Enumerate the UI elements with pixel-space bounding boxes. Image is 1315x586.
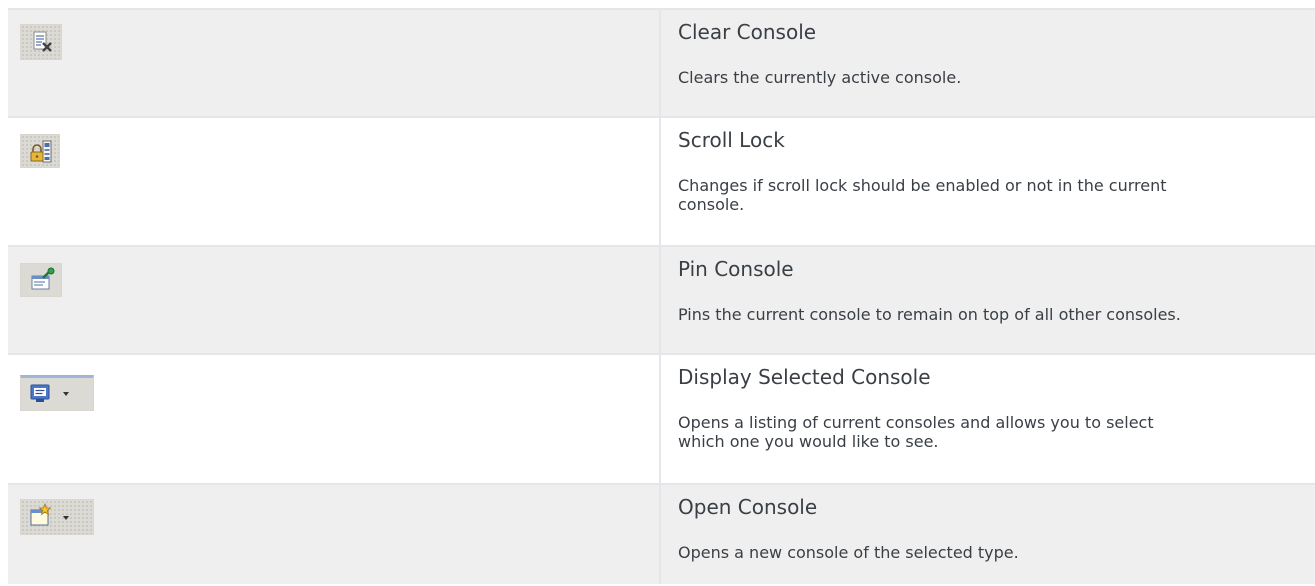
icon-cell xyxy=(8,118,661,245)
row-description: Opens a new console of the selected type… xyxy=(678,543,1019,562)
open-console-icon xyxy=(20,499,94,535)
table-row: Clear Console Clears the currently activ… xyxy=(8,8,1315,116)
table-row: Display Selected Console Opens a listing… xyxy=(8,353,1315,483)
scroll-lock-icon xyxy=(20,134,60,168)
display-selected-console-icon xyxy=(20,375,94,411)
row-description: Pins the current console to remain on to… xyxy=(678,305,1181,324)
description-cell: Open Console Opens a new console of the … xyxy=(661,485,1315,584)
table-row: Scroll Lock Changes if scroll lock shoul… xyxy=(8,116,1315,245)
row-description: Clears the currently active console. xyxy=(678,68,962,87)
description-cell: Clear Console Clears the currently activ… xyxy=(661,10,1315,116)
pin-console-icon xyxy=(20,263,62,297)
row-title: Open Console xyxy=(678,495,818,519)
row-description: Opens a listing of current consoles and … xyxy=(678,413,1154,451)
row-title: Clear Console xyxy=(678,20,817,44)
row-description: Changes if scroll lock should be enabled… xyxy=(678,176,1167,214)
table-row: Open Console Opens a new console of the … xyxy=(8,483,1315,584)
description-cell: Scroll Lock Changes if scroll lock shoul… xyxy=(661,118,1315,245)
icon-cell xyxy=(8,355,661,483)
icon-cell xyxy=(8,10,661,116)
clear-console-icon xyxy=(20,24,62,60)
row-title: Display Selected Console xyxy=(678,365,931,389)
console-toolbar-reference-table: Clear Console Clears the currently activ… xyxy=(8,8,1315,584)
icon-cell xyxy=(8,247,661,353)
row-title: Scroll Lock xyxy=(678,128,785,152)
table-row: Pin Console Pins the current console to … xyxy=(8,245,1315,353)
icon-cell xyxy=(8,485,661,584)
description-cell: Display Selected Console Opens a listing… xyxy=(661,355,1315,483)
row-title: Pin Console xyxy=(678,257,794,281)
description-cell: Pin Console Pins the current console to … xyxy=(661,247,1315,353)
